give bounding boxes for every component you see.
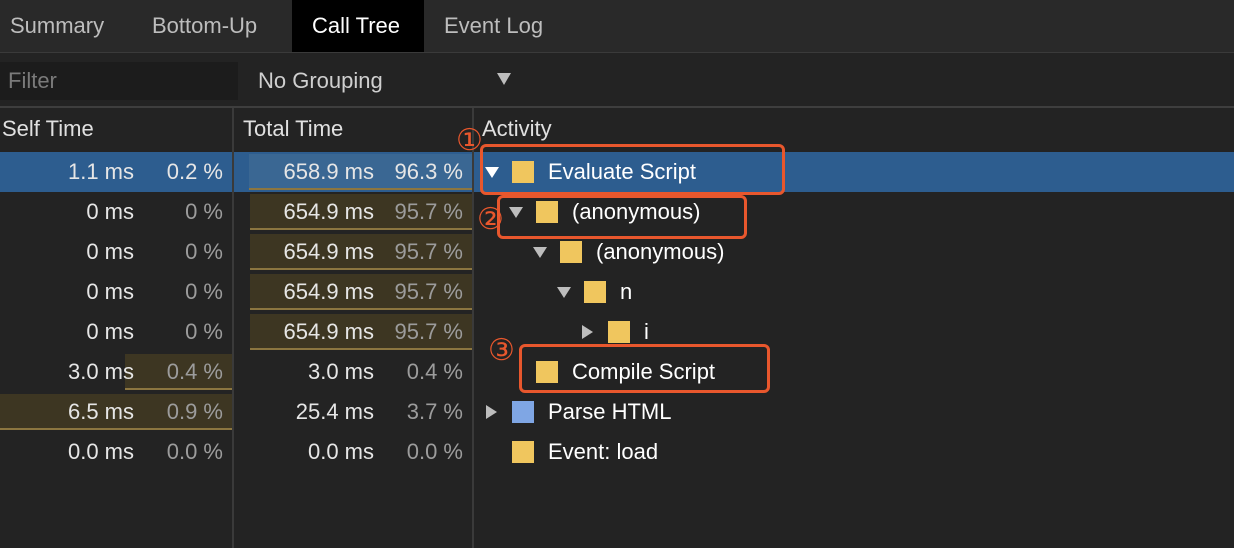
collapse-arrow-icon[interactable]: [582, 325, 593, 339]
total-time-pct: 95.7 %: [394, 239, 464, 264]
tree-row[interactable]: 6.5 ms 0.9 % 25.4 ms 3.7 % Parse HTML: [0, 392, 1234, 432]
collapse-arrow-icon[interactable]: [486, 405, 497, 419]
total-time-pct: 95.7 %: [394, 199, 464, 224]
activity-label: Parse HTML: [548, 399, 672, 424]
column-divider[interactable]: [472, 108, 474, 548]
category-color-icon: [560, 241, 582, 263]
self-time-ms: 0 ms: [86, 239, 134, 264]
category-color-icon: [512, 441, 534, 463]
self-time-pct: 0.2 %: [166, 159, 223, 184]
self-time-ms: 0 ms: [86, 199, 134, 224]
self-time-pct: 0.4 %: [166, 359, 223, 384]
column-divider[interactable]: [232, 108, 234, 548]
annotation-box-2: [497, 195, 747, 239]
total-time-ms: 654.9 ms: [283, 279, 375, 304]
dropdown-arrow-icon[interactable]: [497, 73, 511, 85]
total-time-ms: 658.9 ms: [283, 159, 375, 184]
annotation-box-1: [480, 144, 785, 195]
activity-label: n: [620, 279, 633, 304]
tree-row[interactable]: 0 ms 0 % 654.9 ms 95.7 % n: [0, 272, 1234, 312]
total-time-pct: 95.7 %: [394, 319, 464, 344]
self-time-ms: 0 ms: [86, 279, 134, 304]
tab-bar: Summary Bottom-Up Call Tree Event Log: [0, 0, 1234, 53]
total-time-ms: 654.9 ms: [283, 239, 375, 264]
total-time-ms: 0.0 ms: [307, 439, 374, 464]
expand-arrow-icon[interactable]: [533, 247, 547, 258]
self-time-pct: 0.0 %: [166, 439, 223, 464]
total-time-ms: 654.9 ms: [283, 199, 375, 224]
total-time-pct: 0.4 %: [406, 359, 463, 384]
expand-arrow-icon[interactable]: [557, 287, 571, 298]
self-time-header[interactable]: Self Time: [2, 108, 94, 150]
total-time-ms: 25.4 ms: [295, 399, 374, 424]
self-time-pct: 0 %: [185, 239, 223, 264]
tree-row[interactable]: 0.0 ms 0.0 % 0.0 ms 0.0 % Event: load: [0, 432, 1234, 472]
tab-bottom-up[interactable]: Bottom-Up: [140, 0, 288, 52]
annotation-number-1: ①: [456, 123, 483, 158]
category-color-icon: [584, 281, 606, 303]
self-time-pct: 0.9 %: [166, 399, 223, 424]
tab-call-tree[interactable]: Call Tree: [292, 0, 424, 52]
self-time-ms: 3.0 ms: [67, 359, 134, 384]
self-time-pct: 0 %: [185, 279, 223, 304]
total-time-ms: 654.9 ms: [283, 319, 375, 344]
total-time-pct: 96.3 %: [394, 159, 464, 184]
annotation-number-2: ②: [477, 202, 504, 237]
total-time-ms: 3.0 ms: [307, 359, 374, 384]
tab-event-log[interactable]: Event Log: [432, 0, 572, 52]
grouping-select[interactable]: No Grouping: [258, 62, 383, 100]
self-time-pct: 0 %: [185, 319, 223, 344]
filter-input[interactable]: [0, 62, 238, 100]
category-color-icon: [512, 401, 534, 423]
category-color-icon: [608, 321, 630, 343]
total-time-pct: 0.0 %: [406, 439, 463, 464]
total-time-pct: 95.7 %: [394, 279, 464, 304]
total-time-header[interactable]: Total Time: [243, 108, 343, 150]
self-time-ms: 0 ms: [86, 319, 134, 344]
total-time-pct: 3.7 %: [406, 399, 463, 424]
self-time-ms: 6.5 ms: [67, 399, 134, 424]
annotation-number-3: ③: [488, 333, 515, 368]
activity-label: Event: load: [548, 439, 659, 464]
self-time-ms: 0.0 ms: [67, 439, 134, 464]
annotation-box-3: [519, 344, 770, 393]
toolbar: No Grouping: [0, 53, 1234, 108]
self-time-ms: 1.1 ms: [67, 159, 134, 184]
self-time-pct: 0 %: [185, 199, 223, 224]
tab-summary[interactable]: Summary: [0, 0, 130, 52]
